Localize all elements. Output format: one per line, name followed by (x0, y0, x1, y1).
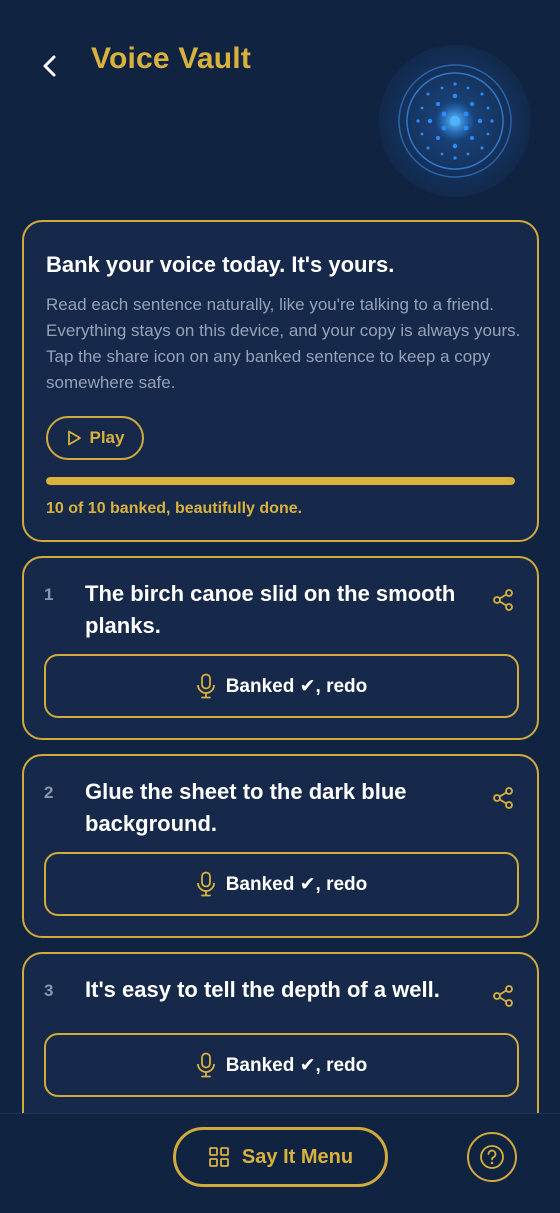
play-label: Play (89, 428, 125, 447)
page-title: Voice Vault (91, 42, 252, 75)
microphone-icon (196, 673, 215, 699)
redo-label: Banked ✔, redo (225, 873, 368, 895)
intro-description: Read each sentence naturally, like you'r… (46, 295, 521, 392)
share-icon[interactable] (491, 588, 515, 612)
help-icon (480, 1145, 504, 1169)
redo-label: Banked ✔, redo (225, 675, 368, 697)
microphone-icon (196, 871, 215, 897)
sentence-text: The birch canoe slid on the smooth plank… (85, 581, 456, 638)
sentence-card: 2 Glue the sheet to the dark blue backgr… (22, 754, 539, 938)
sentence-text: It's easy to tell the depth of a well. (85, 977, 440, 1002)
play-icon (67, 430, 81, 446)
redo-recording-button[interactable]: Banked ✔, redo (44, 1033, 519, 1097)
intro-title: Bank your voice today. It's yours. (46, 252, 395, 277)
intro-card: Bank your voice today. It's yours. Read … (22, 220, 539, 542)
back-button[interactable] (30, 46, 70, 86)
say-it-menu-button[interactable]: Say It Menu (173, 1127, 388, 1187)
sentence-card: 3 It's easy to tell the depth of a well.… (22, 952, 539, 1113)
progress-text: 10 of 10 banked, beautifully done. (46, 500, 303, 517)
share-icon[interactable] (491, 984, 515, 1008)
microphone-icon (196, 1052, 215, 1078)
progress-fill (46, 477, 515, 485)
share-icon[interactable] (491, 786, 515, 810)
help-button[interactable] (467, 1132, 517, 1182)
progress-bar (46, 477, 515, 485)
play-button[interactable]: Play (46, 416, 144, 460)
sentence-text: Glue the sheet to the dark blue backgrou… (85, 779, 407, 836)
voice-orb-icon (379, 45, 531, 197)
bottom-bar: Say It Menu (0, 1113, 560, 1213)
voice-vault-screen: Voice Vault Bank your voice today. It's … (0, 0, 560, 1213)
sentence-card: 1 The birch canoe slid on the smooth pla… (22, 556, 539, 740)
redo-recording-button[interactable]: Banked ✔, redo (44, 852, 519, 916)
sentence-list[interactable]: Bank your voice today. It's yours. Read … (0, 210, 560, 1113)
redo-label: Banked ✔, redo (225, 1054, 368, 1076)
sentence-number: 1 (44, 585, 54, 604)
redo-recording-button[interactable]: Banked ✔, redo (44, 654, 519, 718)
sentence-number: 3 (44, 981, 54, 1000)
sentence-number: 2 (44, 783, 54, 802)
grid-icon (209, 1147, 229, 1167)
chevron-left-icon (43, 55, 56, 77)
menu-label: Say It Menu (241, 1145, 354, 1168)
